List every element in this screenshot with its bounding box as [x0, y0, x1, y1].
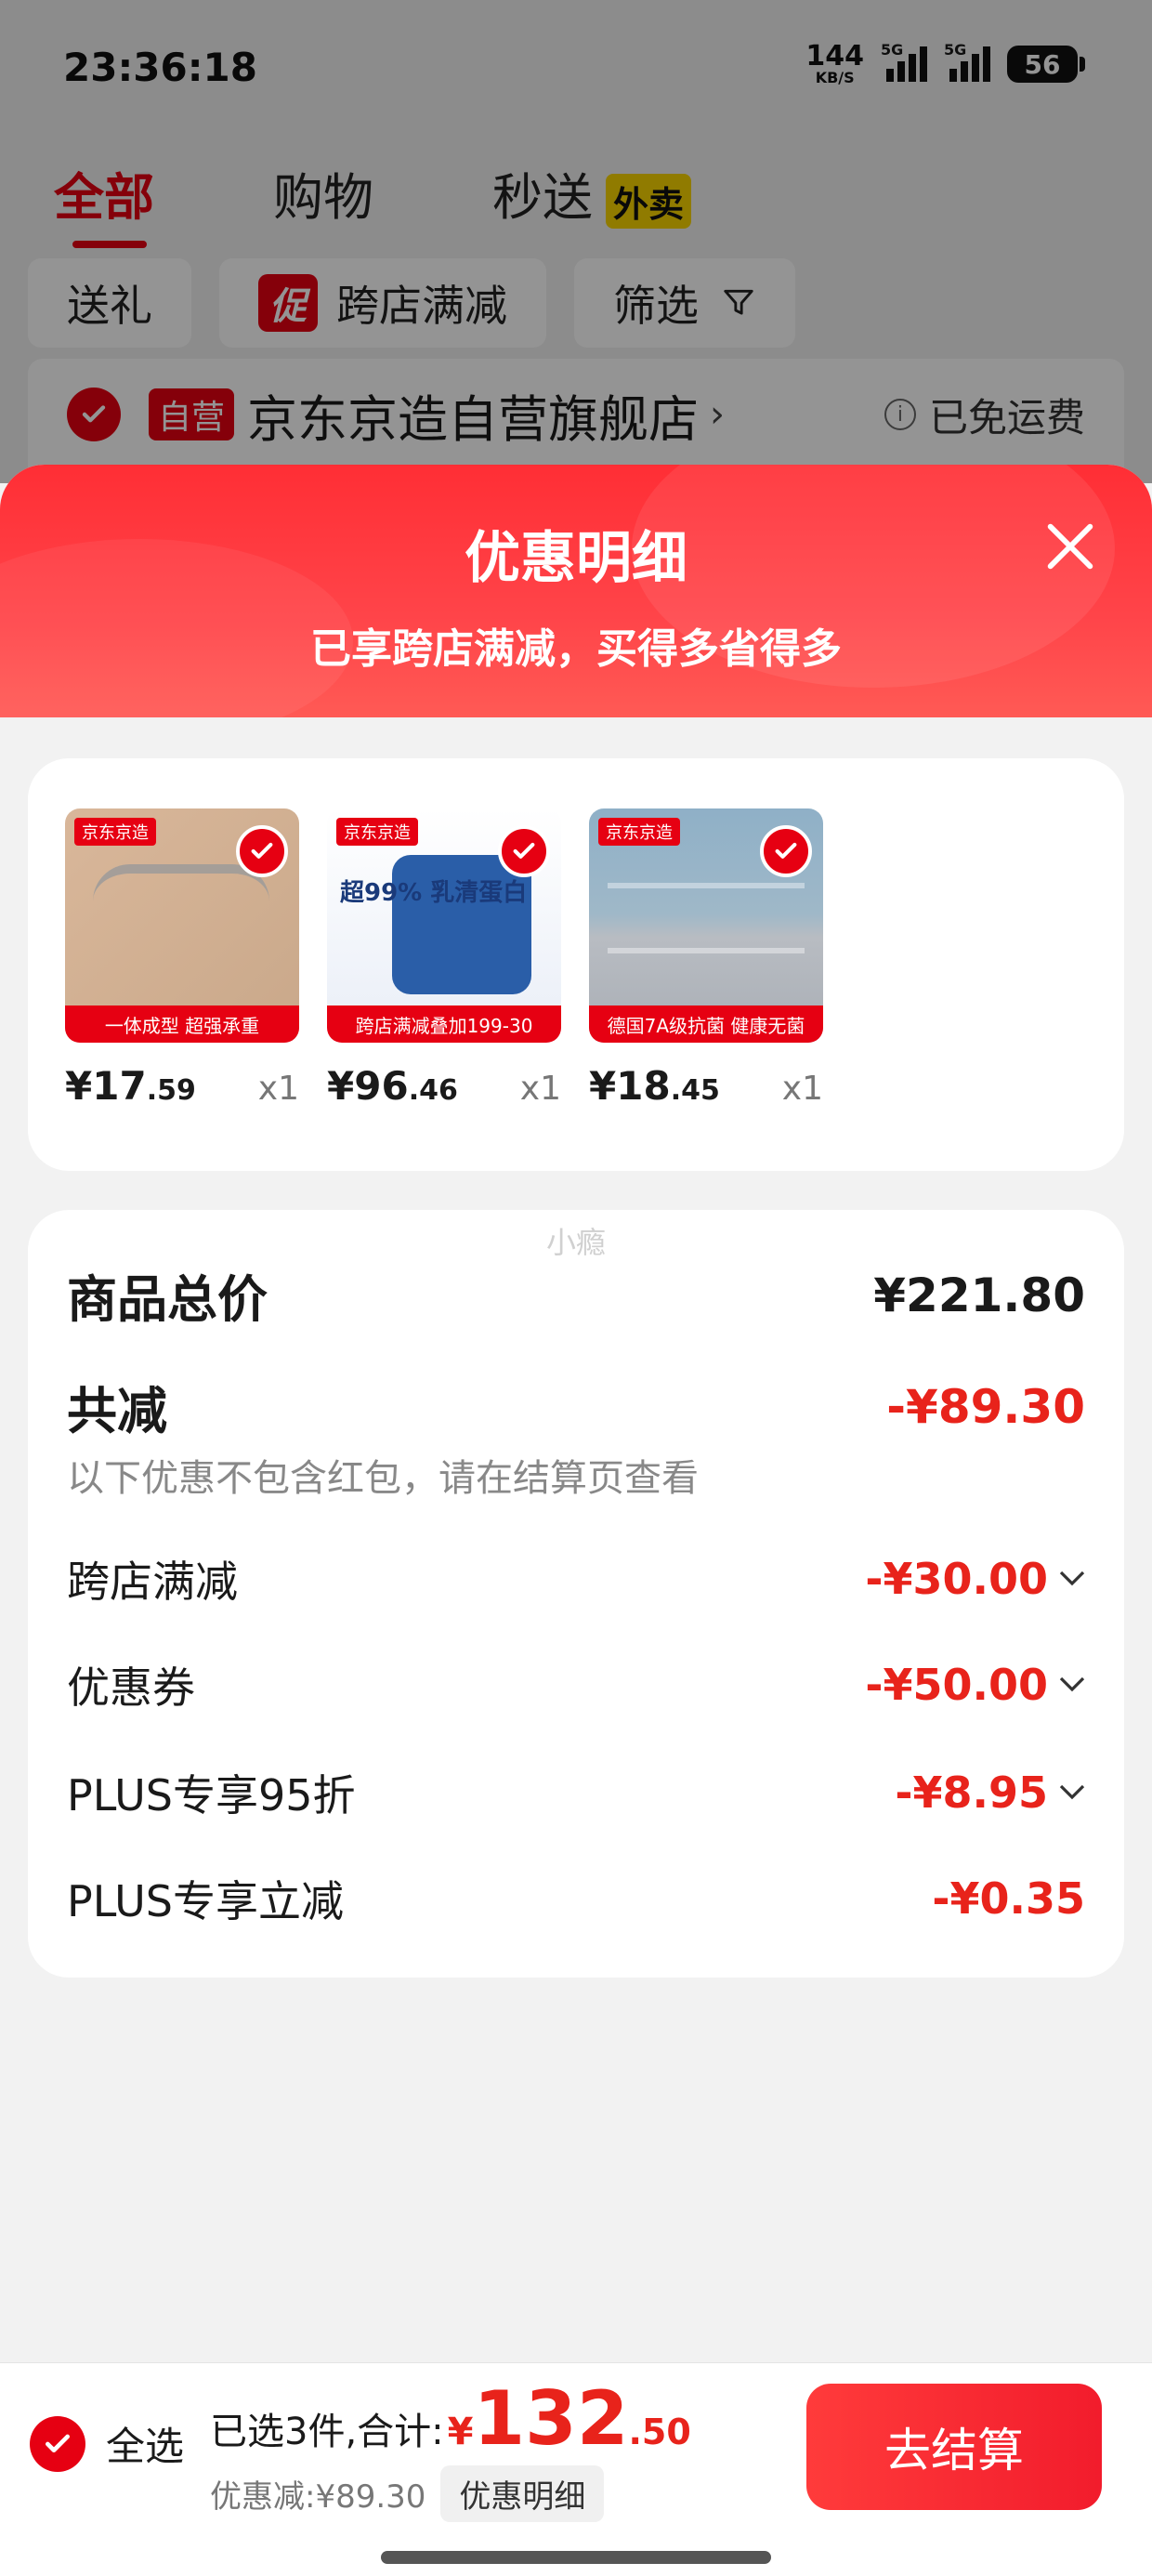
selected-check-icon — [760, 825, 812, 877]
product-item[interactable]: 京东京造 德国7A级抗菌 健康无菌 ¥18.45 x1 — [589, 808, 823, 1109]
selected-count-text: 已选3件,合计: — [210, 2411, 444, 2453]
product-image-hangers[interactable]: 京东京造 一体成型 超强承重 — [65, 808, 299, 1043]
total-reduction-row: 共减 -¥89.30 — [67, 1370, 1085, 1443]
checkout-button[interactable]: 去结算 — [806, 2384, 1102, 2510]
product-label: 超99% 乳清蛋白 — [340, 879, 528, 907]
product-quantity: x1 — [519, 1070, 561, 1108]
products-card: 京东京造 一体成型 超强承重 ¥17.59 x1 京东京造 超99% 乳清蛋白 … — [28, 758, 1124, 1171]
discount-value: -¥0.35 — [932, 1873, 1085, 1924]
discount-label: 跨店满减 — [67, 1557, 238, 1607]
product-list: 京东京造 一体成型 超强承重 ¥17.59 x1 京东京造 超99% 乳清蛋白 … — [65, 808, 823, 1109]
total-amount-dec: .50 — [628, 2412, 691, 2452]
total-amount-int: 132 — [473, 2375, 629, 2462]
discount-detail-sheet: 优惠明细 已享跨店满减，买得多省得多 京东京造 一体成型 超强承重 ¥17.59… — [0, 465, 1152, 2576]
product-price-row: ¥18.45 x1 — [589, 1063, 823, 1109]
brand-tag: 京东京造 — [336, 818, 418, 846]
product-quantity: x1 — [257, 1070, 299, 1108]
total-price-row: 商品总价 ¥221.80 — [67, 1258, 1085, 1332]
product-quantity: x1 — [781, 1070, 823, 1108]
chevron-down-icon[interactable] — [1059, 1571, 1085, 1587]
product-price-row: ¥17.59 x1 — [65, 1063, 299, 1109]
saved-amount: 优惠减:¥89.30 — [210, 2478, 426, 2516]
saved-line: 优惠减:¥89.30 优惠明细 — [210, 2465, 605, 2522]
brand-tag: 京东京造 — [598, 818, 680, 846]
watermark: 小瘾 — [545, 1225, 606, 1260]
product-image-whey-protein[interactable]: 京东京造 超99% 乳清蛋白 跨店满减叠加199-30 — [327, 808, 561, 1043]
modal-backdrop[interactable] — [0, 0, 1152, 483]
chevron-down-icon[interactable] — [1059, 1784, 1085, 1801]
product-price: ¥18.45 — [589, 1063, 720, 1109]
product-tagline: 一体成型 超强承重 — [65, 1005, 299, 1043]
product-price: ¥96.46 — [327, 1063, 458, 1109]
selected-check-icon — [498, 825, 550, 877]
product-item[interactable]: 京东京造 一体成型 超强承重 ¥17.59 x1 — [65, 808, 299, 1109]
close-icon[interactable] — [1041, 517, 1100, 576]
discount-row-plus-95[interactable]: PLUS专享95折 -¥8.95 — [67, 1762, 1085, 1823]
product-image-towels[interactable]: 京东京造 德国7A级抗菌 健康无菌 — [589, 808, 823, 1043]
brand-tag: 京东京造 — [74, 818, 156, 846]
sheet-subtitle: 已享跨店满减，买得多省得多 — [310, 625, 842, 673]
product-price: ¥17.59 — [65, 1063, 196, 1109]
total-reduction-label: 共减 — [67, 1382, 167, 1440]
checkout-bar: 全选 已选3件,合计: ¥ 132 .50 优惠减:¥89.30 优惠明细 去结… — [0, 2362, 1152, 2576]
home-indicator[interactable] — [381, 2551, 771, 2564]
discount-detail-button[interactable]: 优惠明细 — [440, 2465, 605, 2522]
sheet-header: 优惠明细 已享跨店满减，买得多省得多 — [0, 465, 1152, 717]
red-packet-note: 以下优惠不包含红包，请在结算页查看 — [67, 1457, 699, 1500]
discount-label: 优惠券 — [67, 1663, 195, 1713]
discount-value: -¥30.00 — [865, 1554, 1085, 1604]
chevron-down-icon[interactable] — [1059, 1676, 1085, 1693]
selected-total: 已选3件,合计: ¥ 132 .50 — [210, 2382, 691, 2456]
select-all-check-icon[interactable] — [30, 2415, 85, 2472]
selected-check-icon — [236, 825, 288, 877]
discount-value: -¥50.00 — [865, 1660, 1085, 1710]
select-all-toggle[interactable]: 全选 — [30, 2415, 184, 2472]
price-summary-card: 小瘾 商品总价 ¥221.80 共减 -¥89.30 以下优惠不包含红包，请在结… — [28, 1210, 1124, 1978]
discount-label: PLUS专享立减 — [67, 1876, 344, 1926]
product-tagline: 跨店满减叠加199-30 — [327, 1005, 561, 1043]
discount-row-plus-instant: PLUS专享立减 -¥0.35 — [67, 1868, 1085, 1929]
total-price-value: ¥221.80 — [873, 1268, 1085, 1322]
total-reduction-value: -¥89.30 — [886, 1379, 1085, 1434]
discount-value: -¥8.95 — [895, 1768, 1085, 1818]
product-tagline: 德国7A级抗菌 健康无菌 — [589, 1005, 823, 1043]
discount-label: PLUS专享95折 — [67, 1770, 356, 1820]
discount-row-cross-store[interactable]: 跨店满减 -¥30.00 — [67, 1548, 1085, 1610]
product-price-row: ¥96.46 x1 — [327, 1063, 561, 1109]
sheet-title: 优惠明细 — [465, 526, 687, 591]
select-all-label: 全选 — [106, 2424, 185, 2469]
product-item[interactable]: 京东京造 超99% 乳清蛋白 跨店满减叠加199-30 ¥96.46 x1 — [327, 808, 561, 1109]
total-currency: ¥ — [447, 2411, 474, 2453]
total-price-label: 商品总价 — [67, 1270, 268, 1329]
discount-row-coupon[interactable]: 优惠券 -¥50.00 — [67, 1654, 1085, 1715]
